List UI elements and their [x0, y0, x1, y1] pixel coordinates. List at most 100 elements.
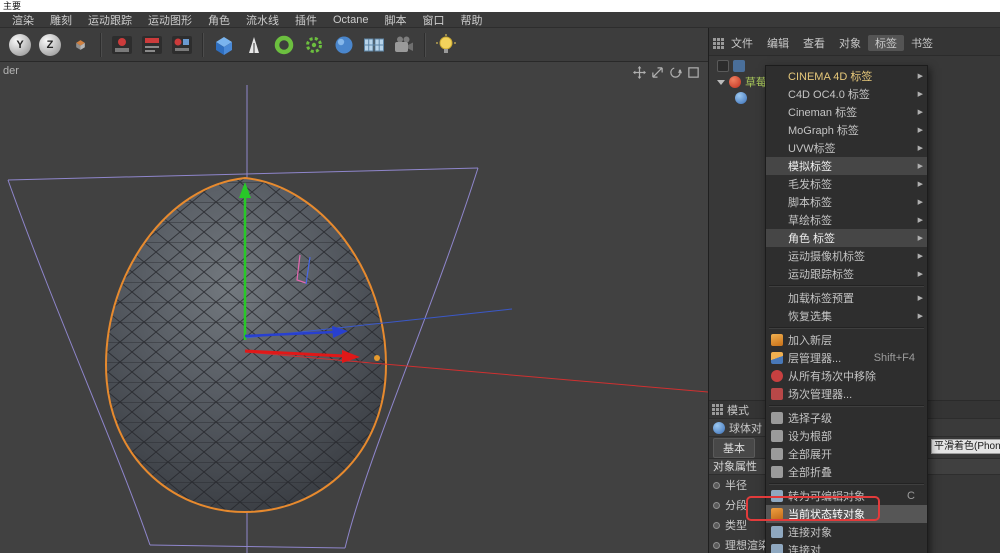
- om-menu-edit[interactable]: 编辑: [760, 35, 796, 51]
- menu-plugins[interactable]: 插件: [287, 12, 325, 28]
- camera-button[interactable]: [390, 31, 418, 59]
- add-cube-button[interactable]: [210, 31, 238, 59]
- menu-item-motion-camera-tags[interactable]: 运动摄像机标签 ▶: [766, 247, 927, 265]
- viewport-pan-icon[interactable]: [633, 66, 646, 79]
- gear-icon: [302, 33, 326, 57]
- menu-item-label: 场次管理器...: [788, 386, 923, 402]
- menu-item-label: 加入新层: [788, 332, 923, 348]
- menu-item-add-to-new-layer[interactable]: 加入新层: [766, 331, 927, 349]
- workplane-cube-button[interactable]: [66, 31, 94, 59]
- deformer-sphere-button[interactable]: [330, 31, 358, 59]
- submenu-arrow-icon: ▶: [918, 216, 923, 224]
- keyframe-dot-icon[interactable]: [713, 502, 720, 509]
- menu-item-load-tag-preset[interactable]: 加载标签预置 ▶: [766, 289, 927, 307]
- scene-icon[interactable]: [717, 60, 729, 72]
- menu-character[interactable]: 角色: [200, 12, 238, 28]
- tree-row-sphere[interactable]: [735, 90, 747, 106]
- expand-arrow-icon[interactable]: [717, 80, 725, 85]
- menu-item-take-manager[interactable]: 场次管理器...: [766, 385, 927, 403]
- viewport-maximize-icon[interactable]: [687, 66, 700, 79]
- menu-item-uvw-tags[interactable]: UVW标签 ▶: [766, 139, 927, 157]
- menu-window[interactable]: 窗口: [414, 12, 452, 28]
- keyframe-dot-icon[interactable]: [713, 482, 720, 489]
- menu-item-label: 选择子级: [788, 410, 923, 426]
- menu-item-label: MoGraph 标签: [788, 122, 914, 138]
- menu-sculpt[interactable]: 雕刻: [42, 12, 80, 28]
- viewport-rotate-icon[interactable]: [669, 66, 682, 79]
- menu-script[interactable]: 脚本: [376, 12, 414, 28]
- am-object-label: 球体对: [729, 420, 762, 436]
- perspective-viewport[interactable]: der: [0, 62, 708, 553]
- menu-item-c4doc-tags[interactable]: C4D OC4.0 标签 ▶: [766, 85, 927, 103]
- menu-item-connect-objects[interactable]: 连接对象: [766, 523, 927, 541]
- viewport-zoom-icon[interactable]: [651, 66, 664, 79]
- om-menu-tags[interactable]: 标签: [868, 35, 904, 51]
- menu-item-label: UVW标签: [788, 140, 914, 156]
- om-menu-file[interactable]: 文件: [724, 35, 760, 51]
- menu-motion-tracker[interactable]: 运动跟踪: [80, 12, 140, 28]
- render-view-button[interactable]: [108, 31, 136, 59]
- am-mode-menu[interactable]: 模式: [727, 402, 749, 418]
- menu-item-layer-manager[interactable]: 层管理器... Shift+F4: [766, 349, 927, 367]
- viewport-canvas[interactable]: [0, 62, 708, 553]
- mograph-torus-icon: [272, 33, 296, 57]
- sphere-object-icon: [735, 92, 747, 104]
- menu-item-label: 全部展开: [788, 446, 923, 462]
- scale-handle-dot[interactable]: [374, 355, 380, 361]
- menu-item-hair-tags[interactable]: 毛发标签 ▶: [766, 175, 927, 193]
- submenu-arrow-icon: ▶: [918, 72, 923, 80]
- y-axis-icon: Y: [9, 34, 31, 56]
- render-settings-button[interactable]: [138, 31, 166, 59]
- menu-item-label: 角色 标签: [788, 230, 914, 246]
- menu-item-character-tags[interactable]: 角色 标签 ▶: [766, 229, 927, 247]
- menu-item-unfold-all[interactable]: 全部展开: [766, 445, 927, 463]
- om-menu-view[interactable]: 查看: [796, 35, 832, 51]
- render-view-icon: [110, 33, 134, 57]
- cube-primitive-icon: [212, 33, 236, 57]
- tab-basic[interactable]: 基本: [713, 438, 755, 458]
- menu-item-motion-tracker-tags[interactable]: 运动跟踪标签 ▶: [766, 265, 927, 283]
- y-axis-ball-button[interactable]: Y: [6, 31, 34, 59]
- menu-help[interactable]: 帮助: [452, 12, 490, 28]
- interactive-render-button[interactable]: [168, 31, 196, 59]
- menu-item-restore-selection[interactable]: 恢复选集 ▶: [766, 307, 927, 325]
- attr-label: 半径: [725, 477, 747, 493]
- fold-all-icon: [771, 466, 783, 478]
- panel-grid-icon[interactable]: [712, 404, 723, 415]
- composition-icon[interactable]: [733, 60, 745, 72]
- menu-item-fold-all[interactable]: 全部折叠: [766, 463, 927, 481]
- menu-item-connect-objects-delete[interactable]: 连接对: [766, 541, 927, 553]
- blank-icon: [771, 178, 783, 190]
- om-menu-objects[interactable]: 对象: [832, 35, 868, 51]
- om-menu-bookmarks[interactable]: 书签: [904, 35, 940, 51]
- mograph-button[interactable]: [270, 31, 298, 59]
- menu-item-cinema4d-tags[interactable]: CINEMA 4D 标签 ▶: [766, 67, 927, 85]
- menu-item-label: Cineman 标签: [788, 104, 914, 120]
- menu-render[interactable]: 渲染: [4, 12, 42, 28]
- z-axis-ball-button[interactable]: Z: [36, 31, 64, 59]
- attr-label: 类型: [725, 517, 747, 533]
- spline-pen-button[interactable]: [240, 31, 268, 59]
- menu-item-sketch-tags[interactable]: 草绘标签 ▶: [766, 211, 927, 229]
- workplane-cube-icon: [74, 38, 87, 51]
- menu-pipeline[interactable]: 流水线: [238, 12, 287, 28]
- render-settings-icon: [140, 33, 164, 57]
- menu-item-mograph-tags[interactable]: MoGraph 标签 ▶: [766, 121, 927, 139]
- menu-item-script-tags[interactable]: 脚本标签 ▶: [766, 193, 927, 211]
- menu-item-set-as-root[interactable]: 设为根部: [766, 427, 927, 445]
- menu-item-current-state-to-object[interactable]: 当前状态转对象: [766, 505, 927, 523]
- menu-item-make-editable[interactable]: 转为可编辑对象 C: [766, 487, 927, 505]
- menu-item-select-children[interactable]: 选择子级: [766, 409, 927, 427]
- menu-item-remove-from-all-takes[interactable]: 从所有场次中移除: [766, 367, 927, 385]
- panel-grid-icon[interactable]: [713, 38, 724, 49]
- keyframe-dot-icon[interactable]: [713, 542, 720, 549]
- menu-mograph[interactable]: 运动图形: [140, 12, 200, 28]
- menu-item-cineman-tags[interactable]: Cineman 标签 ▶: [766, 103, 927, 121]
- menu-item-label: C4D OC4.0 标签: [788, 86, 914, 102]
- environment-button[interactable]: [360, 31, 388, 59]
- simulation-gear-button[interactable]: [300, 31, 328, 59]
- light-button[interactable]: [432, 31, 460, 59]
- menu-octane[interactable]: Octane: [325, 14, 376, 26]
- keyframe-dot-icon[interactable]: [713, 522, 720, 529]
- menu-item-simulation-tags[interactable]: 模拟标签 ▶: [766, 157, 927, 175]
